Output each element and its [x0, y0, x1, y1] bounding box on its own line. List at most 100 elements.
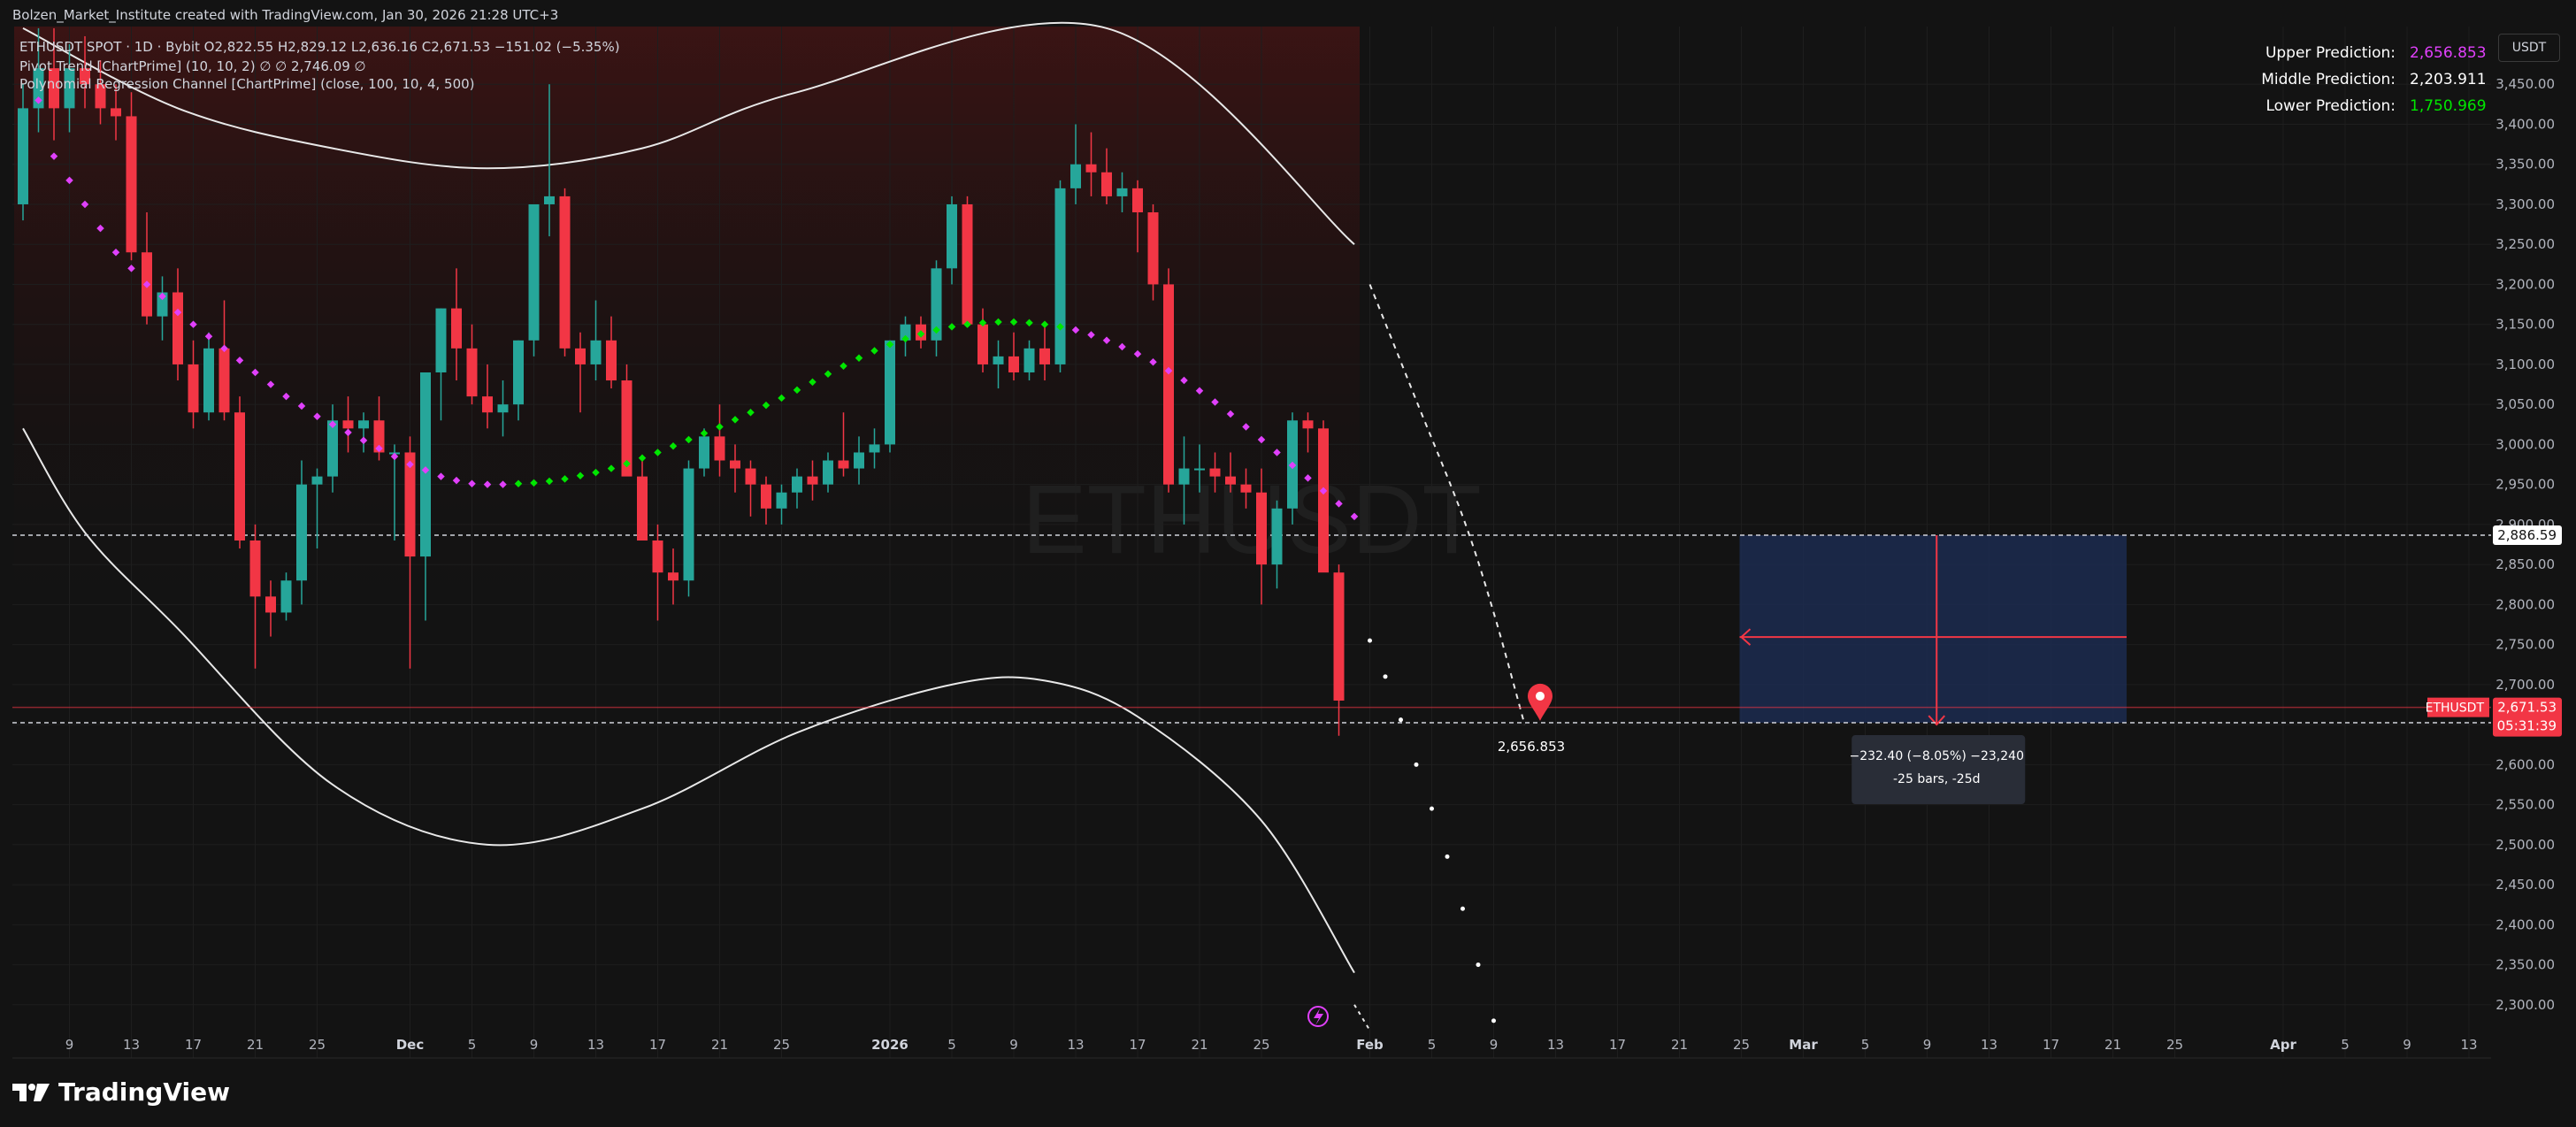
- candle-body: [1209, 468, 1221, 477]
- price-tick-label: 3,150.00: [2496, 317, 2555, 333]
- candle-body: [683, 468, 694, 581]
- candle-body: [482, 396, 493, 413]
- candle-body: [218, 348, 230, 413]
- candle-body: [18, 108, 28, 204]
- price-tick-label: 2,350.00: [2496, 957, 2555, 973]
- middle-prediction-label: Middle Prediction:: [2261, 71, 2396, 88]
- measure-tooltip-line1: −232.40 (−8.05%) −23,240: [1850, 749, 2024, 763]
- date-tick-label: 5: [1861, 1037, 1870, 1053]
- lower-prediction-value: 1,750.969: [2410, 97, 2487, 115]
- candle-body: [311, 476, 323, 485]
- candle-body: [1085, 164, 1097, 172]
- price-tick-label: 2,450.00: [2496, 877, 2555, 893]
- price-tick-label: 3,400.00: [2496, 116, 2555, 132]
- candle-body: [559, 196, 571, 349]
- price-tick-label: 2,300.00: [2496, 997, 2555, 1013]
- price-tick-label: 2,500.00: [2496, 837, 2555, 853]
- candle-body: [172, 292, 183, 364]
- tradingview-logo[interactable]: TradingView: [12, 1077, 230, 1107]
- symbol-tag: ETHUSDT: [2426, 702, 2485, 716]
- date-tick-label: 5: [2341, 1037, 2350, 1053]
- forecast-middle-dot: [1445, 854, 1450, 859]
- lower-prediction-row: Lower Prediction: 1,750.969: [2266, 97, 2487, 115]
- current-price-tag: 2,671.53: [2497, 700, 2557, 716]
- countdown-tag: 05:31:39: [2497, 718, 2557, 734]
- date-tick-label: 21: [711, 1037, 728, 1053]
- candle-body: [792, 476, 802, 493]
- upper-prediction-value: 2,656.853: [2410, 44, 2487, 62]
- forecast-middle-dot: [1460, 906, 1465, 911]
- forecast-middle-dot: [1383, 674, 1388, 679]
- candle-body: [947, 203, 957, 269]
- legend-pivot-trend[interactable]: Pivot Trend [ChartPrime] (10, 10, 2) ∅ ∅…: [19, 58, 366, 74]
- date-tick-label: 17: [649, 1037, 666, 1053]
- candle-body: [714, 436, 725, 461]
- date-tick-label: 9: [2403, 1037, 2411, 1053]
- date-tick-label: Mar: [1789, 1037, 1818, 1053]
- measure-box: [1739, 535, 2127, 724]
- date-tick-label: 25: [1253, 1037, 1269, 1053]
- candle-body: [420, 372, 431, 557]
- candle-body: [745, 468, 756, 485]
- candle-body: [435, 308, 447, 372]
- forecast-middle-dot: [1430, 806, 1434, 811]
- date-tick-label: 21: [1671, 1037, 1688, 1053]
- candle-body: [1302, 420, 1314, 429]
- candle-body: [513, 340, 524, 405]
- legend-symbol-line[interactable]: ETHUSDT SPOT · 1D · Bybit O2,822.55 H2,8…: [19, 39, 620, 55]
- legend-regression-channel[interactable]: Polynomial Regression Channel [ChartPrim…: [19, 76, 475, 92]
- candle-body: [854, 452, 864, 469]
- price-tick-label: 2,400.00: [2496, 916, 2555, 932]
- date-tick-label: 9: [65, 1037, 74, 1053]
- date-tick-label: 5: [947, 1037, 956, 1053]
- measure-tooltip: [1852, 735, 2026, 805]
- date-tick-label: Feb: [1356, 1037, 1384, 1053]
- candle-body: [1054, 188, 1066, 364]
- candle-body: [280, 580, 292, 613]
- candle-body: [575, 348, 586, 364]
- price-tick-label: 3,300.00: [2496, 196, 2555, 212]
- middle-prediction-row: Middle Prediction: 2,203.911: [2261, 71, 2486, 88]
- candle-body: [1070, 164, 1081, 188]
- candle-body: [249, 540, 261, 597]
- date-tick-label: 21: [247, 1037, 264, 1053]
- candle-body: [637, 476, 648, 540]
- date-tick-label: 25: [1733, 1037, 1750, 1053]
- candle-body: [1039, 348, 1050, 364]
- candle-body: [466, 348, 478, 397]
- candle-body: [652, 540, 663, 573]
- chart-canvas[interactable]: ETHUSDT 2,656.853 −232.40 (−8.05%) −23,240…: [0, 0, 2576, 1127]
- date-tick-label: Dec: [396, 1037, 425, 1053]
- candle-body: [1116, 188, 1128, 196]
- candle-body: [188, 364, 199, 413]
- candle-body: [126, 116, 137, 253]
- candle-body: [993, 356, 1004, 364]
- brand-name: TradingView: [58, 1077, 230, 1107]
- candle-body: [606, 340, 617, 381]
- candle-body: [823, 460, 833, 485]
- date-tick-label: 13: [123, 1037, 140, 1053]
- price-tick-label: 3,200.00: [2496, 276, 2555, 292]
- currency-button[interactable]: USDT: [2498, 34, 2560, 62]
- date-tick-label: 25: [773, 1037, 790, 1053]
- price-tick-label: 2,950.00: [2496, 477, 2555, 493]
- date-tick-label: 21: [2104, 1037, 2121, 1053]
- price-tick-label: 2,850.00: [2496, 556, 2555, 572]
- candle-body: [342, 420, 354, 429]
- date-tick-label: 9: [530, 1037, 539, 1053]
- price-tag-upper: 2,886.59: [2497, 527, 2557, 543]
- candle-body: [668, 572, 678, 581]
- candle-body: [358, 420, 369, 429]
- candle-body: [1101, 172, 1112, 196]
- map-pin-dot: [1536, 691, 1545, 701]
- chart-credit: Bolzen_Market_Institute created with Tra…: [12, 7, 559, 23]
- date-tick-label: 25: [309, 1037, 326, 1053]
- date-tick-label: 13: [587, 1037, 604, 1053]
- candle-body: [111, 108, 121, 117]
- date-tick-label: 17: [1609, 1037, 1626, 1053]
- forecast-middle-dot: [1368, 638, 1372, 643]
- date-tick-label: 13: [1547, 1037, 1564, 1053]
- price-tick-label: 2,700.00: [2496, 677, 2555, 693]
- lower-prediction-label: Lower Prediction:: [2266, 97, 2396, 115]
- date-tick-label: 5: [468, 1037, 477, 1053]
